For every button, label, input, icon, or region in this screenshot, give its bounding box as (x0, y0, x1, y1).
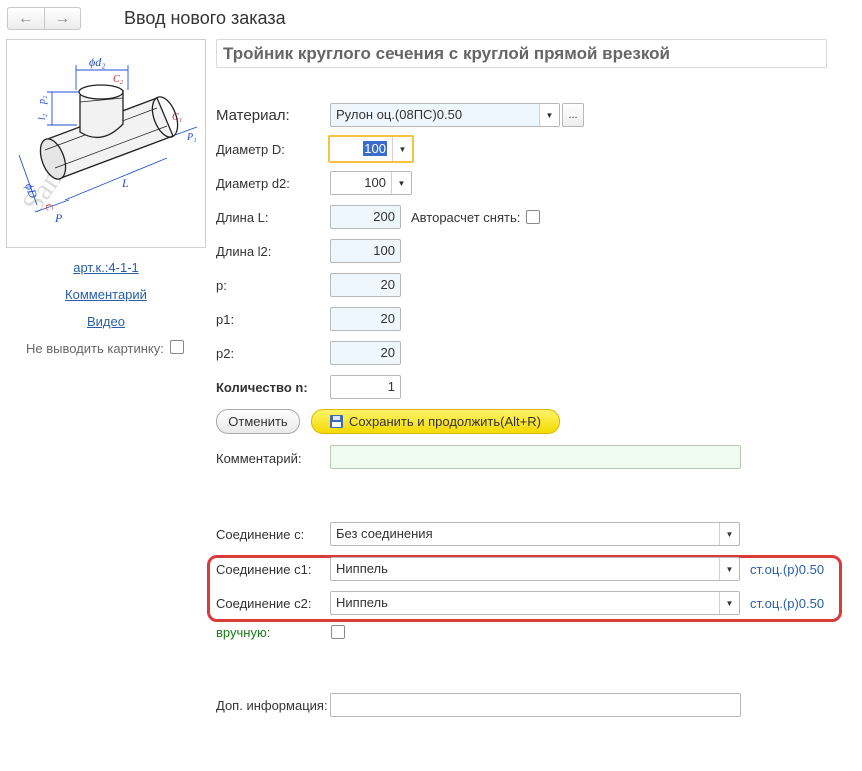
article-link[interactable]: арт.к.:4-1-1 (6, 260, 206, 275)
connection-c2-select[interactable]: Ниппель ▼ (330, 591, 740, 615)
label-p1: P₁ (186, 132, 197, 143)
diameter-D-value: 100 (363, 141, 387, 156)
chevron-down-icon[interactable]: ▼ (539, 104, 559, 126)
arrow-left-icon: ← (17, 9, 34, 27)
length-L-input[interactable]: 200 (330, 205, 401, 229)
forward-button[interactable]: → (43, 8, 81, 29)
connection-c1-label: Соединение с1: (216, 562, 312, 577)
connection-c1-select[interactable]: Ниппель ▼ (330, 557, 740, 581)
connection-c2-label: Соединение с2: (216, 596, 312, 611)
chevron-down-icon[interactable]: ▼ (719, 523, 739, 545)
diameter-D-label: Диаметр D: (216, 142, 285, 157)
label-c1: C₁ (172, 112, 182, 123)
quantity-input[interactable]: 1 (330, 375, 401, 399)
chevron-down-icon[interactable]: ▼ (392, 137, 412, 161)
connection-c1-material-link[interactable]: ст.оц.(р)0.50 (750, 562, 824, 577)
connection-c1-value: Ниппель (336, 561, 388, 576)
history-nav: ← → (7, 7, 81, 30)
auto-calc-label: Авторасчет снять: (411, 210, 521, 225)
save-continue-button-label: Сохранить и продолжить(Alt+R) (349, 414, 541, 429)
connection-c-value: Без соединения (336, 526, 433, 541)
tee-drawing: Sandvent.ru ϕd₂ C₂ l₂ p₂ C₁ (16, 55, 198, 225)
diameter-d2-value: 100 (364, 175, 386, 190)
back-button[interactable]: ← (8, 8, 44, 29)
label-l2: l₂ (37, 113, 48, 120)
p1-input[interactable]: 20 (330, 307, 401, 331)
save-continue-button[interactable]: Сохранить и продолжить(Alt+R) (311, 409, 560, 434)
p-input[interactable]: 20 (330, 273, 401, 297)
length-L-label: Длина L: (216, 210, 269, 225)
window-title: Ввод нового заказа (124, 8, 286, 28)
cancel-button[interactable]: Отменить (216, 409, 300, 434)
material-select[interactable]: Рулон оц.(08ПС)0.50 ▼ (330, 103, 560, 127)
comment-label: Комментарий: (216, 451, 302, 466)
label-L: L (121, 176, 129, 190)
label-d2: ϕd₂ (89, 55, 105, 69)
chevron-down-icon[interactable]: ▼ (719, 558, 739, 580)
connection-c2-material-link[interactable]: ст.оц.(р)0.50 (750, 596, 824, 611)
product-drawing: Sandvent.ru ϕd₂ C₂ l₂ p₂ C₁ (6, 39, 206, 248)
p1-label: p1: (216, 312, 235, 327)
material-value: Рулон оц.(08ПС)0.50 (336, 107, 463, 122)
comment-input[interactable] (330, 445, 741, 469)
video-link[interactable]: Видео (6, 314, 206, 329)
p2-input[interactable]: 20 (330, 341, 401, 365)
auto-calc-checkbox[interactable] (526, 210, 540, 224)
label-p: P (54, 211, 63, 225)
cancel-button-label: Отменить (228, 414, 288, 429)
extra-info-input[interactable] (330, 693, 741, 717)
diameter-d2-select[interactable]: 100 ▼ (330, 171, 412, 195)
manual-checkbox[interactable] (331, 625, 345, 639)
label-p2: p₂ (37, 95, 48, 105)
quantity-label: Количество n: (216, 380, 308, 395)
diameter-d2-label: Диаметр d2: (216, 176, 290, 191)
comment-link[interactable]: Комментарий (6, 287, 206, 302)
hide-picture-label: Не выводить картинку: (26, 341, 164, 356)
label-c2: C₂ (113, 74, 124, 85)
extra-info-label: Доп. информация: (216, 698, 328, 713)
length-l2-input[interactable]: 100 (330, 239, 401, 263)
material-label: Материал: (216, 107, 290, 124)
hide-picture-checkbox[interactable] (170, 340, 184, 354)
arrow-right-icon: → (54, 9, 71, 27)
length-l2-label: Длина l2: (216, 244, 272, 259)
manual-label: вручную: (216, 625, 271, 640)
p-label: p: (216, 278, 227, 293)
diameter-D-select[interactable]: 100 ▼ (328, 135, 414, 163)
connection-c-select[interactable]: Без соединения ▼ (330, 522, 740, 546)
floppy-disk-icon (330, 415, 344, 428)
product-title: Тройник круглого сечения с круглой прямо… (216, 39, 827, 68)
p2-label: p2: (216, 346, 235, 361)
connection-c-label: Соединение с: (216, 527, 305, 542)
connection-c2-value: Ниппель (336, 595, 388, 610)
material-more-button[interactable]: ... (562, 103, 584, 127)
chevron-down-icon[interactable]: ▼ (719, 592, 739, 614)
chevron-down-icon[interactable]: ▼ (391, 172, 411, 194)
